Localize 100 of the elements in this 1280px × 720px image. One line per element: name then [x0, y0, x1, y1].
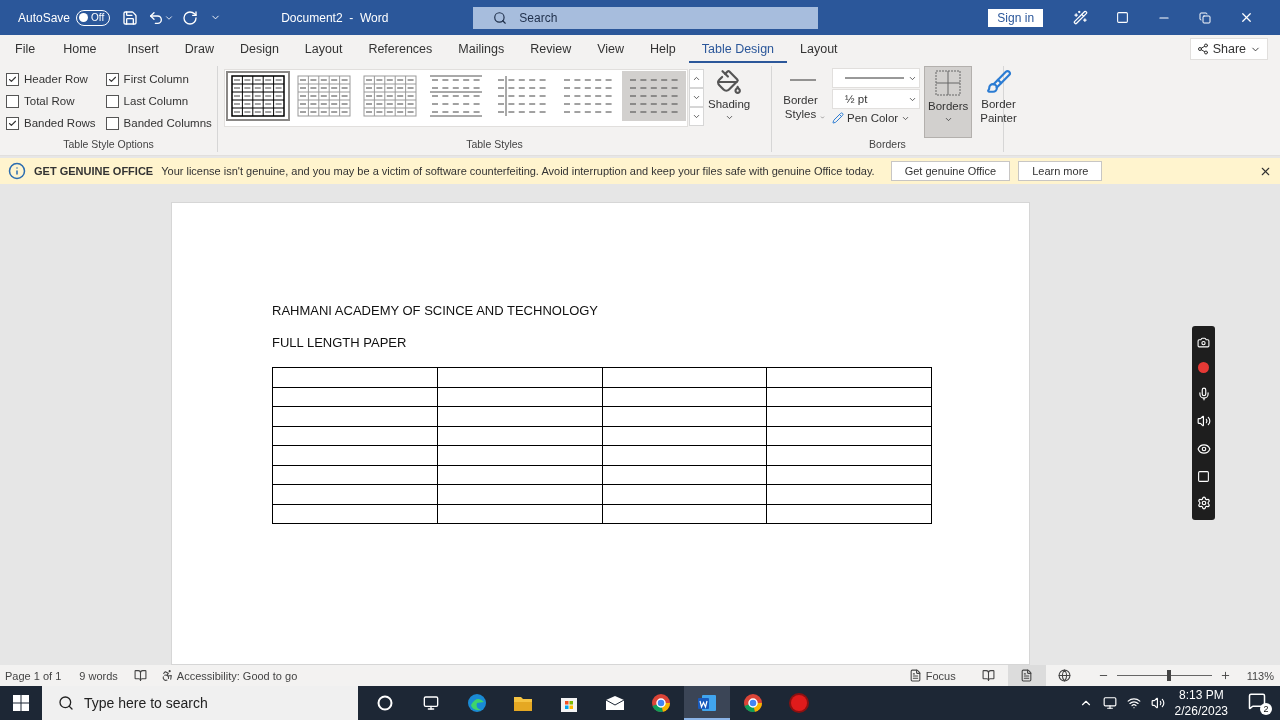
option-checkbox[interactable]: Last Column [105, 90, 212, 112]
checkbox-icon[interactable] [6, 72, 19, 86]
line-icon [845, 76, 905, 80]
group-label: Table Style Options [62, 138, 155, 152]
ribbon-tab[interactable]: Insert [114, 35, 172, 63]
search-field[interactable]: Search [473, 6, 819, 29]
share-icon [1196, 43, 1209, 55]
accessibility-status[interactable]: Accessibility: Good to go [176, 669, 298, 682]
group-label: Borders [868, 138, 907, 152]
ribbon-display-icon[interactable] [1116, 11, 1130, 24]
ribbon-tab[interactable]: View [584, 35, 638, 63]
ribbon-tab[interactable]: Draw [171, 35, 227, 63]
pen-icon [832, 112, 844, 124]
ribbon-tab[interactable]: Help [637, 35, 689, 63]
notice-button[interactable]: Get genuine Office [890, 161, 1011, 181]
microphone-icon[interactable] [1196, 386, 1211, 401]
wifi-icon[interactable] [1126, 696, 1141, 710]
zoom-slider-thumb[interactable] [1166, 670, 1171, 681]
table-style-icon [231, 75, 285, 117]
border-painter-button[interactable]: Border Painter [976, 66, 1021, 138]
brush-icon [985, 69, 1012, 95]
settings-icon[interactable] [1196, 496, 1211, 511]
ribbon-tab[interactable]: Mailings [445, 35, 518, 63]
option-checkbox[interactable]: Total Row [6, 90, 96, 112]
option-checkbox[interactable]: Header Row [6, 68, 96, 90]
option-checkbox[interactable]: First Column [105, 68, 212, 90]
line-style-dropdown[interactable] [832, 68, 920, 88]
task-view-icon [423, 695, 439, 711]
borders-button[interactable]: Borders [924, 66, 973, 138]
group-label: Table Styles [465, 138, 524, 152]
checkbox-icon[interactable] [105, 116, 119, 130]
folder-icon [513, 694, 533, 712]
table-style-icon [429, 75, 483, 117]
word-count[interactable]: 9 words [79, 669, 118, 682]
edge-icon [467, 693, 487, 713]
chrome-icon [743, 693, 763, 713]
focus-button[interactable]: Focus [925, 669, 956, 682]
circle-icon [377, 695, 393, 711]
option-checkbox[interactable]: Banded Rows [6, 112, 96, 134]
clock[interactable]: 8:13 PM 2/26/2023 [1174, 686, 1228, 720]
taskbar-search-field[interactable]: Type here to search [42, 686, 358, 720]
notice-button[interactable]: Learn more [1018, 161, 1103, 181]
document-text: FULL LENGTH PAPER [272, 335, 408, 352]
window-title: Document2 - Word [281, 10, 389, 25]
notification-count: 2 [1260, 702, 1272, 715]
view-button[interactable] [1007, 665, 1046, 686]
accessibility-icon [160, 669, 174, 682]
shading-button[interactable]: Shading [704, 66, 755, 138]
chrome-icon [651, 693, 671, 713]
paint-bucket-icon [716, 69, 743, 95]
notification-icon[interactable]: 2 [1248, 691, 1272, 715]
checkbox-icon[interactable] [6, 94, 19, 108]
notice-title: GET GENUINE OFFICE [34, 165, 154, 177]
ribbon-tab[interactable]: Layout [291, 35, 356, 63]
ribbon-tab[interactable]: Layout [787, 35, 851, 63]
volume-icon[interactable] [1150, 696, 1165, 710]
table-style-option[interactable] [226, 71, 290, 121]
record-icon[interactable] [1198, 362, 1209, 374]
book-icon [982, 669, 996, 682]
table-style-icon [297, 75, 351, 117]
search-icon [58, 695, 74, 711]
zoom-percent[interactable]: 113% [1246, 669, 1274, 682]
table-style-icon [495, 75, 549, 117]
ribbon-tab[interactable]: Table Design [688, 35, 788, 63]
zoom-in-icon[interactable] [1219, 670, 1231, 681]
checkbox-icon[interactable] [105, 72, 119, 86]
restore-icon[interactable] [1199, 11, 1212, 24]
checkbox-icon[interactable] [6, 116, 19, 130]
line-icon [790, 79, 816, 81]
undo-icon[interactable] [148, 9, 165, 26]
border-styles-button[interactable]: Border Styles [778, 66, 828, 138]
document-text: RAHMANI ACADEMY OF SCINCE AND TECHNOLOGY [272, 303, 600, 320]
ribbon-tab[interactable]: Review [517, 35, 585, 63]
info-icon [8, 162, 26, 180]
share-button[interactable]: Share [1189, 38, 1268, 60]
envelope-icon [605, 695, 625, 711]
pen-color-button[interactable]: Pen Color [832, 110, 920, 126]
table-style-icon [363, 75, 417, 117]
save-icon[interactable] [122, 9, 139, 26]
redo-icon[interactable] [182, 9, 199, 26]
autosave-label: AutoSave [18, 10, 71, 25]
record-icon [788, 692, 810, 714]
ribbon-tab[interactable]: File [5, 35, 46, 63]
camera-icon[interactable] [1197, 335, 1210, 349]
option-checkbox[interactable]: Banded Columns [105, 112, 212, 134]
checkbox-icon[interactable] [105, 94, 119, 108]
wand-icon[interactable] [1073, 10, 1089, 25]
ribbon-tab[interactable]: References [355, 35, 446, 63]
sign-in-button[interactable]: Sign in [988, 8, 1044, 27]
word-icon [697, 694, 717, 712]
window-icon[interactable] [1197, 469, 1210, 483]
focus-icon [908, 669, 922, 682]
page-count[interactable]: Page 1 of 1 [5, 669, 62, 682]
speaker-icon[interactable] [1196, 414, 1211, 429]
message-icon [1248, 691, 1266, 710]
ribbon-tab[interactable]: Design [226, 35, 292, 63]
line-weight-dropdown[interactable]: ½ pt [832, 89, 920, 109]
proofing-icon[interactable] [133, 669, 147, 682]
search-icon [493, 10, 508, 25]
ribbon-tab[interactable]: Home [45, 35, 115, 63]
